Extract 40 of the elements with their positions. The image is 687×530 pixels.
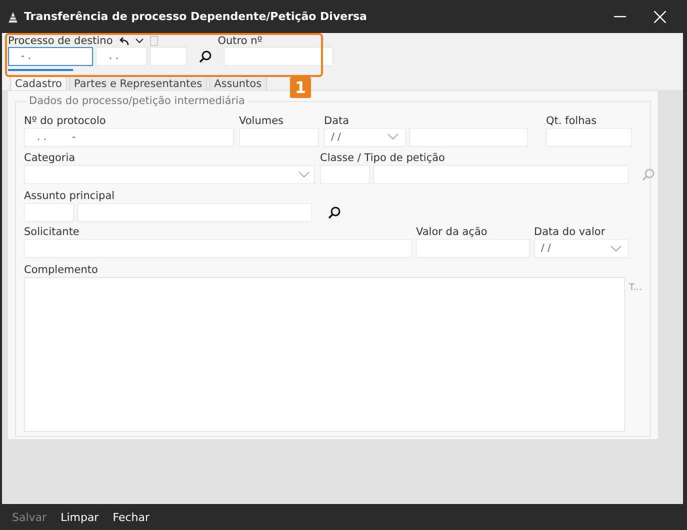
tab[interactable]: Cadastro: [10, 76, 67, 90]
field-label: Solicitante: [24, 226, 80, 238]
field-label: Processo de destino: [8, 35, 113, 47]
input-field[interactable]: [150, 47, 187, 66]
input-field[interactable]: [224, 47, 333, 66]
field-label: Outro nº: [218, 35, 262, 47]
category-dropdown[interactable]: [24, 165, 315, 184]
chevron-down-icon[interactable]: [134, 38, 144, 44]
document-icon[interactable]: [150, 36, 158, 46]
field-label: Data do valor: [534, 226, 606, 238]
input-field[interactable]: - .: [8, 47, 93, 66]
field-label: Qt. folhas: [546, 114, 598, 127]
field-label: Nº do protocolo: [24, 114, 107, 127]
text-area[interactable]: [24, 276, 625, 432]
footer-button[interactable]: Fechar: [112, 510, 150, 524]
date-dropdown[interactable]: / /: [534, 239, 629, 258]
date-dropdown[interactable]: / /: [324, 128, 406, 147]
field-label: Classe / Tipo de petição: [320, 152, 446, 164]
field-label: Volumes: [239, 114, 285, 127]
input-field[interactable]: . .: [96, 47, 147, 66]
search-icon[interactable]: [328, 206, 341, 220]
undo-icon[interactable]: [118, 36, 129, 46]
field-label: Valor da ação: [416, 226, 488, 238]
input-field[interactable]: . . -: [24, 128, 234, 147]
window-title: Transferência de processo Dependente/Petição Diversa: [24, 10, 368, 23]
minimize-icon: [614, 16, 626, 18]
side-label: T...: [628, 282, 642, 293]
field-label: Categoria: [24, 152, 76, 164]
field-label: Complemento: [24, 264, 99, 276]
callout-number: 1: [290, 77, 311, 98]
close-icon: [654, 10, 666, 22]
tab[interactable]: Assuntos: [209, 76, 267, 90]
footer-button[interactable]: Limpar: [60, 510, 99, 524]
group-title: Dados do processo/petição intermediária: [26, 95, 248, 107]
field-label: Assunto principal: [24, 190, 116, 202]
field-label: Data: [324, 114, 350, 127]
search-icon[interactable]: [199, 50, 212, 63]
app-logo-icon: [8, 10, 18, 22]
focus-underline: [8, 69, 73, 71]
tab[interactable]: Partes e Representantes: [68, 76, 208, 90]
